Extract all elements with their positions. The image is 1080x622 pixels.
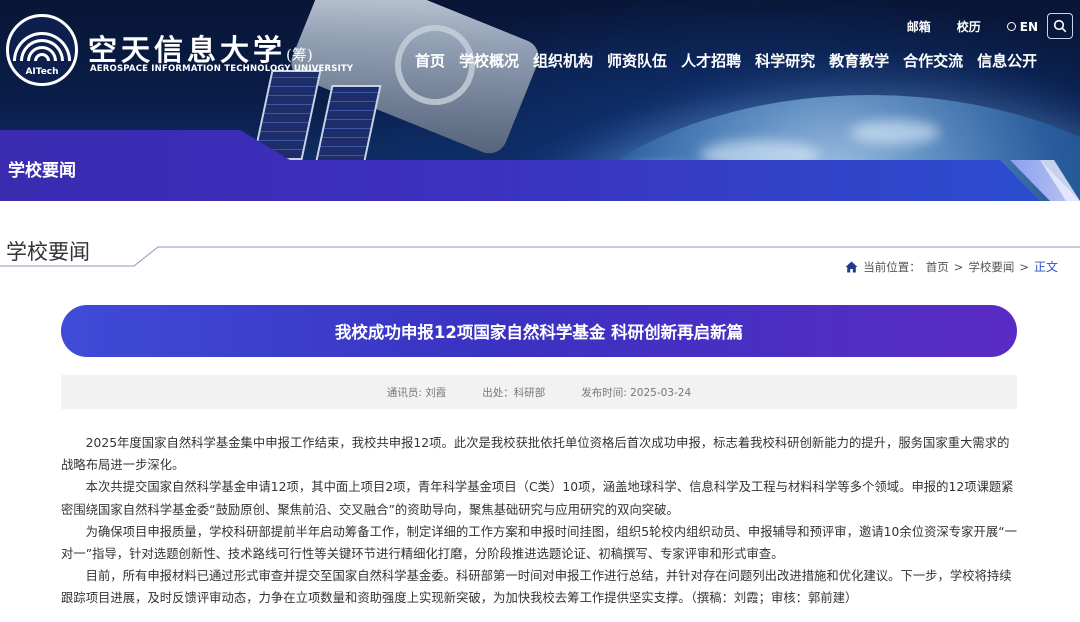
- article-title: 我校成功申报12项国家自然科学基金 科研创新再启新篇: [61, 305, 1017, 357]
- article-reporter: 通讯员: 刘霞: [386, 386, 447, 399]
- breadcrumb-prefix: 当前位置：: [863, 259, 921, 274]
- article-paragraph: 本次共提交国家自然科学基金申请12项，其中面上项目2项，青年科学基金项目（C类）…: [61, 480, 1014, 517]
- breadcrumb-home[interactable]: 首页: [926, 259, 949, 275]
- banner-section-label: 学校要闻: [8, 161, 76, 181]
- breadcrumb-current: 正文: [1033, 260, 1058, 274]
- nav-item-faculty[interactable]: 师资队伍: [600, 50, 674, 71]
- home-icon: [845, 261, 858, 272]
- search-icon: [1053, 19, 1067, 33]
- article-paragraph: 2025年度国家自然科学基金集中申报工作结束，我校共申报12项。此次是我校获批依…: [61, 436, 1010, 473]
- nav-item-home[interactable]: 首页: [415, 50, 452, 71]
- english-link[interactable]: EN: [1006, 20, 1038, 34]
- nav-item-recruitment[interactable]: 人才招聘: [674, 50, 748, 71]
- logo-chinese-name[interactable]: 空天信息大学(筹): [88, 27, 313, 69]
- nav-item-education[interactable]: 教育教学: [822, 50, 896, 71]
- breadcrumb-separator: >: [953, 259, 964, 274]
- top-links: 邮箱 校历 EN: [907, 18, 1038, 35]
- globe-icon: [1006, 22, 1016, 31]
- nav-item-cooperation[interactable]: 合作交流: [896, 50, 970, 71]
- breadcrumb-section[interactable]: 学校要闻: [968, 259, 1014, 275]
- mail-link[interactable]: 邮箱: [907, 18, 931, 35]
- article-meta: 通讯员: 刘霞 出处：科研部 发布时间: 2025-03-24: [61, 375, 1017, 409]
- article-source: 出处：科研部: [482, 386, 546, 399]
- article-paragraph: 目前，所有申报材料已通过形式审查并提交至国家自然科学基金委。科研部第一时间对申报…: [61, 569, 1012, 606]
- university-logo-icon[interactable]: AITech: [6, 14, 78, 86]
- breadcrumb: 当前位置： 首页 > 学校要闻 > 正文: [845, 258, 1058, 275]
- article-body: 2025年度国家自然科学基金集中申报工作结束，我校共申报12项。此次是我校获批依…: [61, 432, 1017, 610]
- search-button[interactable]: [1047, 13, 1073, 39]
- breadcrumb-separator: >: [1019, 259, 1029, 274]
- logo-tag: AITech: [25, 67, 59, 77]
- calendar-link[interactable]: 校历: [957, 18, 981, 35]
- logo-english-name: AEROSPACE INFORMATION TECHNOLOGY UNIVERS…: [90, 64, 354, 74]
- nav-item-organization[interactable]: 组织机构: [526, 50, 600, 71]
- nav-item-research[interactable]: 科学研究: [748, 50, 822, 71]
- article-paragraph: 为确保项目申报质量，学校科研部提前半年启动筹备工作，制定详细的工作方案和申报时间…: [61, 524, 1017, 562]
- site-banner: 学校要闻 AITech 空天信息大学(筹) AEROSPACE INFORMAT…: [0, 0, 1080, 201]
- main-nav: 首页 学校概况 组织机构 师资队伍 人才招聘 科学研究 教育教学 合作交流 信息…: [415, 50, 1044, 71]
- nav-item-about[interactable]: 学校概况: [452, 50, 526, 71]
- cloud-decoration: [850, 120, 940, 145]
- article-date: 发布时间: 2025-03-24: [581, 386, 692, 399]
- nav-item-disclosure[interactable]: 信息公开: [970, 50, 1044, 71]
